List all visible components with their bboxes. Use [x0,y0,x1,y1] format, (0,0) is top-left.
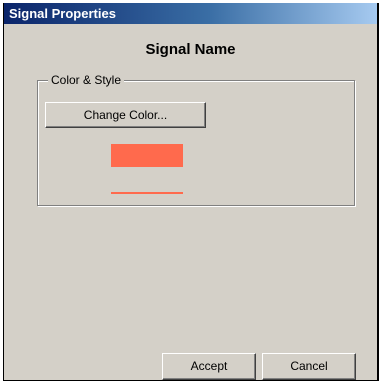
color-style-group: Color & Style Change Color... [37,72,355,206]
cancel-button[interactable]: Cancel [262,353,356,380]
line-style-sample [111,192,183,194]
accept-button[interactable]: Accept [162,353,256,380]
color-style-group-label: Color & Style [48,72,125,88]
change-color-button[interactable]: Change Color... [45,102,206,128]
color-swatch [111,144,183,167]
title-bar[interactable]: Signal Properties [4,3,377,24]
signal-name-heading: Signal Name [145,41,236,58]
signal-properties-dialog: Signal Properties Signal Name Color & St… [3,3,379,381]
